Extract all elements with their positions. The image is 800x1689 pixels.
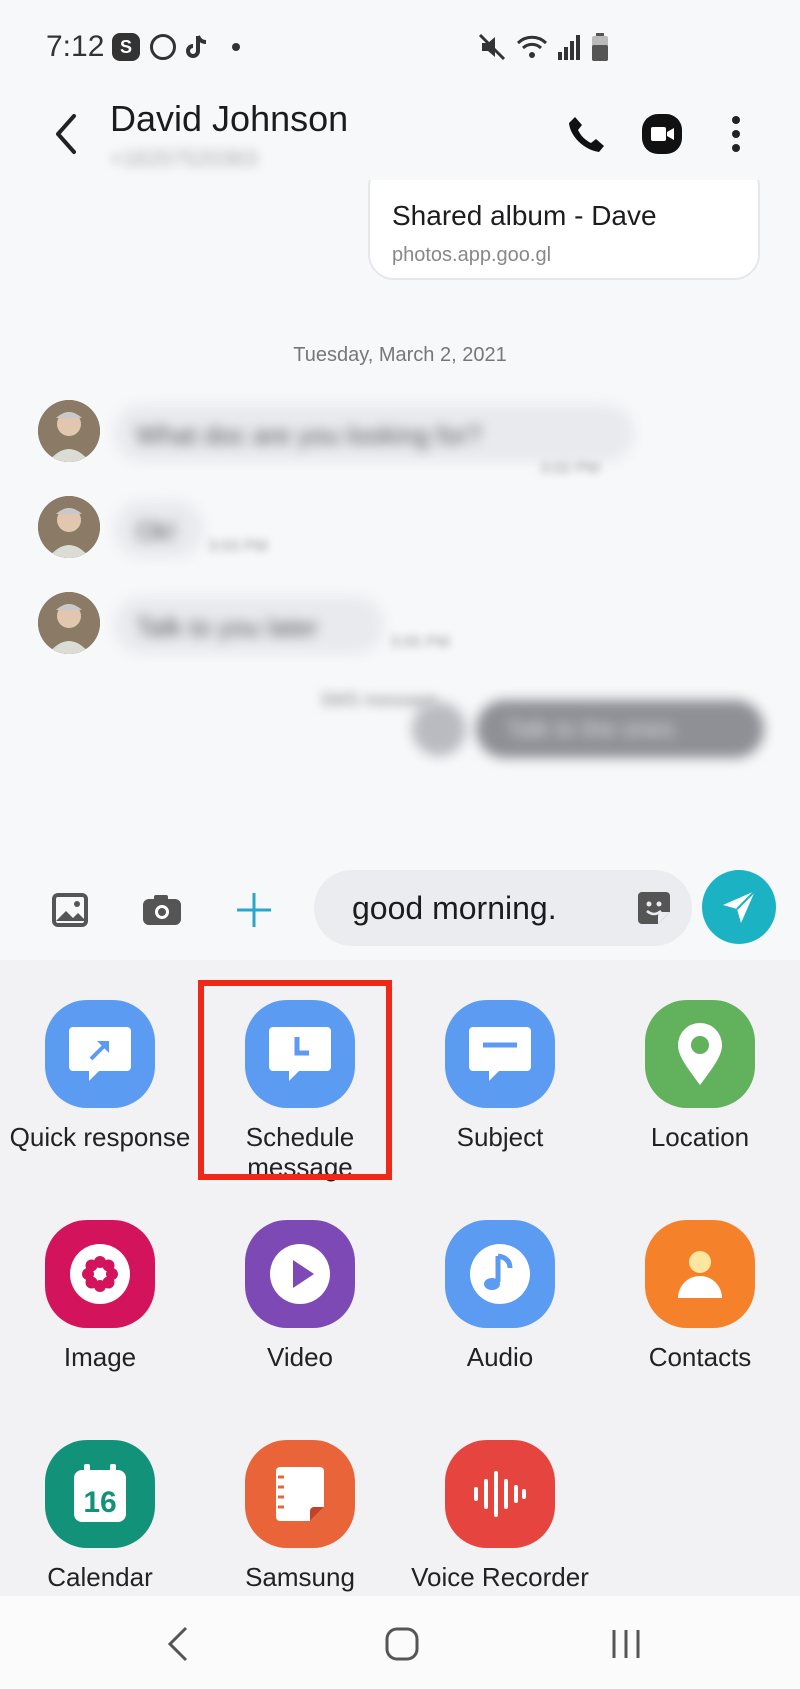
tile-label: Image [63,1342,137,1372]
status-time: 7:12 [46,30,105,63]
battery-icon [592,33,608,61]
signal-icon [558,35,580,60]
send-button[interactable] [702,870,776,944]
quick-response-icon [45,1000,155,1108]
attachment-panel: Quick response Schedule message Subject … [0,960,800,1596]
chevron-left-icon [56,114,76,154]
nav-recents-icon [612,1630,640,1658]
tiktok-icon [186,35,207,58]
more-vertical-icon [732,116,740,152]
image-button[interactable]: Image [0,1220,200,1372]
tile-label: Subject [456,1122,544,1152]
tile-label: Samsung [245,1562,355,1592]
sticker-icon [638,892,670,924]
call-button[interactable] [562,110,610,158]
location-button[interactable]: Location [600,1000,800,1152]
message-time: 3:03 PM [208,538,268,555]
avatar[interactable] [38,496,100,558]
add-attachment-button[interactable] [230,886,278,934]
gallery-button[interactable] [46,886,94,934]
mute-icon [478,33,506,61]
image-flower-icon [45,1220,155,1328]
status-bar: 7:12 S [0,0,800,90]
outgoing-message-bubble[interactable]: Talk to the ones [476,700,764,758]
calendar-day: 16 [83,1486,116,1519]
plus-icon [237,893,271,927]
send-icon [723,890,756,923]
skype-icon: S [112,33,140,61]
location-icon [645,1000,755,1108]
message-input-text[interactable]: good morning. [352,890,557,927]
sms-label: SMS message [320,690,438,710]
subject-icon [445,1000,555,1108]
contacts-button[interactable]: Contacts [600,1220,800,1372]
camera-icon [143,895,181,925]
message-bubble: Talk to you later [114,596,384,654]
conversation-header: David Johnson +16257520363 [0,90,800,180]
tile-label: Audio [466,1342,534,1372]
more-notifications-dot [232,43,240,51]
video-call-button[interactable] [638,110,686,158]
date-separator: Tuesday, March 2, 2021 [293,344,507,366]
message-list[interactable]: Shared album - Dave photos.app.goo.gl Tu… [0,180,800,860]
message-bubble: Ok! [114,500,204,558]
nav-home-button[interactable] [372,1624,432,1664]
back-button[interactable] [48,110,88,158]
link-url: photos.app.goo.gl [392,244,552,266]
video-play-icon [245,1220,355,1328]
nav-back-button[interactable] [148,1624,208,1664]
contact-person-icon [645,1220,755,1328]
video-button[interactable]: Video [200,1220,400,1372]
navigation-bar [0,1596,800,1689]
contact-number: +16257520363 [110,146,258,171]
whatsapp-icon [150,34,176,60]
tile-label: Calendar [47,1562,153,1592]
calendar-button[interactable]: 16 Calendar [0,1440,200,1592]
outgoing-message-text: Talk to the ones [506,716,675,743]
tile-label: Quick response [9,1122,191,1152]
tile-label: Video [266,1342,334,1372]
message-input[interactable]: good morning. [314,870,692,946]
wifi-icon [516,35,548,58]
message-composer: good morning. [0,860,800,960]
tile-label: Contacts [648,1342,752,1372]
more-options-button[interactable] [712,110,760,158]
notification-icons: S [112,33,240,61]
avatar[interactable] [38,400,100,462]
nav-back-icon [167,1626,188,1662]
phone-icon [569,117,604,152]
message-bubble: What doc are you looking for? [114,404,634,462]
samsung-notes-icon [245,1440,355,1548]
audio-button[interactable]: Audio [400,1220,600,1372]
music-note-icon [445,1220,555,1328]
highlight-box [198,980,392,1180]
nav-home-icon [385,1627,419,1661]
message-time: 3:02 PM [540,460,600,477]
voice-recorder-icon [445,1440,555,1548]
samsung-notes-button[interactable]: Samsung [200,1440,400,1592]
tile-label: Voice Recorder [411,1562,589,1592]
link-preview-card[interactable]: Shared album - Dave photos.app.goo.gl [368,180,760,280]
quick-response-button[interactable]: Quick response [0,1000,200,1152]
camera-button[interactable] [138,886,186,934]
sticker-button[interactable] [630,884,678,932]
nav-recents-button[interactable] [596,1624,656,1664]
subject-button[interactable]: Subject [400,1000,600,1152]
voice-recorder-button[interactable]: Voice Recorder [400,1440,600,1592]
tile-label: Location [650,1122,750,1152]
gallery-icon [52,893,88,927]
calendar-icon: 16 [45,1440,155,1548]
link-title: Shared album - Dave [392,200,657,231]
message-time: 3:05 PM [390,634,450,651]
video-camera-icon [642,114,682,154]
system-status-icons [478,33,608,61]
resend-icon[interactable] [412,702,466,756]
contact-name: David Johnson [110,98,349,139]
avatar[interactable] [38,592,100,654]
